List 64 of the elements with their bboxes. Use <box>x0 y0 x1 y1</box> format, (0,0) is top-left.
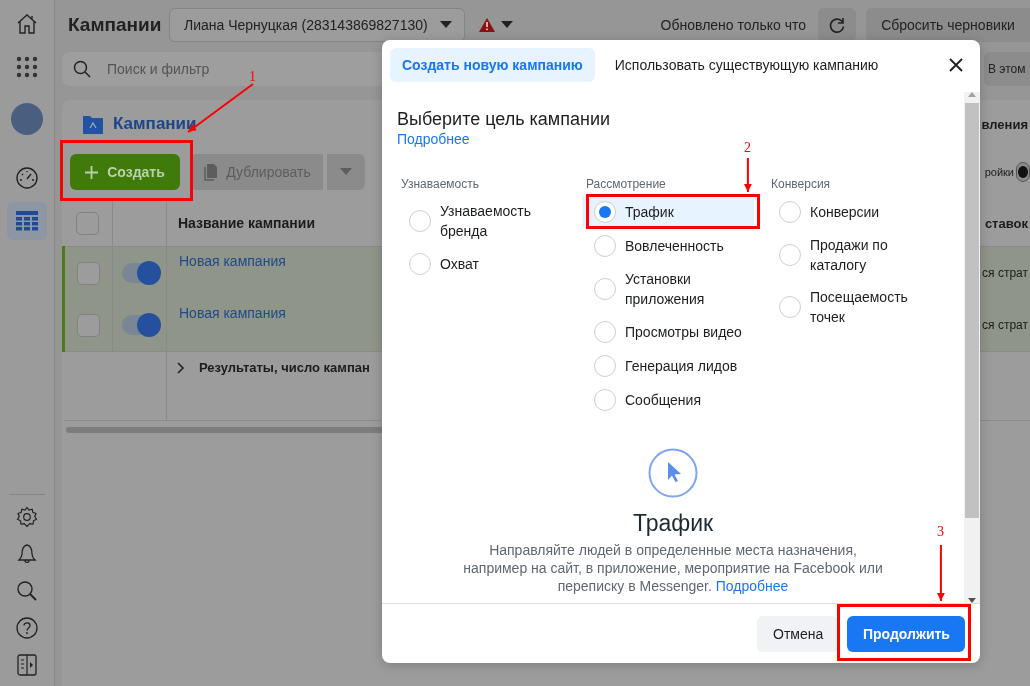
campaign-toggle[interactable] <box>121 263 158 283</box>
search-icon <box>16 580 38 602</box>
select-all-checkbox[interactable] <box>76 211 100 235</box>
panel-title: Кампании <box>113 114 197 134</box>
sidebar-item[interactable] <box>7 202 47 240</box>
sidebar-toggle-icon <box>17 654 37 676</box>
category-label: Рассмотрение <box>585 176 667 192</box>
objective-description: Направляйте людей в определенные места назначения, например на сайт, в приложение, мероприятие на Facebook или переписку в Messenger. Подробнее <box>462 541 884 595</box>
category-label: Конверсия <box>770 176 832 192</box>
scroll-up-icon <box>968 92 976 97</box>
gauge-icon <box>15 166 39 190</box>
row-checkbox[interactable] <box>77 261 100 285</box>
cursor-icon <box>648 448 698 498</box>
plus-icon <box>85 165 99 179</box>
results-summary: Результаты, число кампан <box>199 360 370 375</box>
update-status: Обновлено только что <box>660 17 806 33</box>
vertical-scrollbar[interactable] <box>964 92 980 603</box>
page-title: Кампании <box>67 14 163 36</box>
discard-drafts-button[interactable]: Сбросить черновики <box>866 8 1030 42</box>
cancel-button[interactable]: Отмена <box>757 615 838 652</box>
scope-button[interactable]: В этом <box>984 52 1030 86</box>
apps-icon <box>16 56 38 78</box>
caret-icon <box>340 168 352 176</box>
arrow <box>936 544 946 602</box>
learn-more-link[interactable]: Подробнее <box>397 130 470 148</box>
modal-tab[interactable]: Создать новую кампанию <box>390 48 595 82</box>
table-icon <box>15 210 39 232</box>
account-dropdown[interactable]: Лиана Чернуцкая (283143869827130) <box>169 8 465 42</box>
caret-icon <box>440 21 452 29</box>
chevron-icon[interactable] <box>177 361 185 374</box>
folder-icon <box>82 113 104 135</box>
close-icon <box>949 58 963 72</box>
step-number: 3 <box>937 525 944 539</box>
campaign-toggle[interactable] <box>121 315 158 335</box>
objective-option[interactable]: Установки приложения <box>582 264 754 314</box>
objective-option[interactable]: Сообщения <box>582 384 754 416</box>
warning-icon[interactable] <box>479 18 495 32</box>
objective-option[interactable]: Генерация лидов <box>582 350 754 382</box>
refresh-icon <box>828 16 846 34</box>
views-tab[interactable]: вления <box>981 116 1030 132</box>
row-checkbox[interactable] <box>77 313 100 337</box>
modal-tab[interactable]: Использовать существующую кампанию <box>602 48 891 82</box>
category-label: Узнаваемость <box>400 176 480 192</box>
caret-icon <box>501 21 513 29</box>
avatar-circle <box>11 103 43 135</box>
help-icon <box>16 617 38 639</box>
step-number: 2 <box>744 141 751 155</box>
continue-button[interactable]: Продолжить <box>847 615 965 652</box>
learn-more-link[interactable]: Подробнее <box>715 578 789 594</box>
search-icon <box>73 60 91 78</box>
objective-option[interactable]: Охват <box>397 248 569 280</box>
home-icon <box>15 12 39 36</box>
objective-option[interactable]: Просмотры видео <box>582 316 754 348</box>
settings-toggle[interactable] <box>1016 162 1030 182</box>
scroll-down-icon <box>968 598 976 603</box>
settings-label: ройки <box>984 166 1014 178</box>
arrow <box>743 157 753 193</box>
settings-icon <box>16 506 38 528</box>
refresh-button[interactable] <box>818 8 856 42</box>
copy-icon <box>202 163 219 181</box>
step-number: 1 <box>249 70 256 84</box>
modal-heading: Выберите цель кампании <box>397 108 612 130</box>
bell-icon <box>16 543 38 565</box>
objective-title: Трафик <box>632 510 714 537</box>
